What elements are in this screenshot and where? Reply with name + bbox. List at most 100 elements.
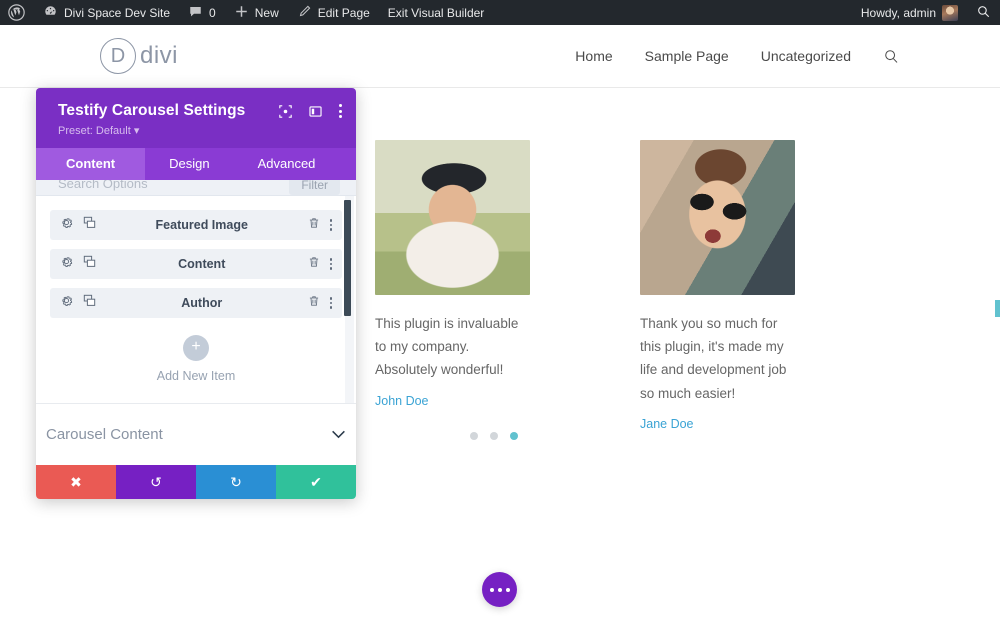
admin-bar-edit-page[interactable]: Edit Page: [288, 0, 379, 25]
filter-button[interactable]: Filter: [289, 180, 340, 195]
list-item-left-actions: [60, 216, 96, 234]
admin-bar-search[interactable]: [967, 0, 1000, 25]
tab-content[interactable]: Content: [36, 148, 146, 180]
exit-visual-builder-label: Exit Visual Builder: [387, 5, 485, 20]
tab-advanced[interactable]: Advanced: [234, 148, 340, 180]
vertical-kebab-icon[interactable]: [339, 104, 342, 118]
list-item[interactable]: Content: [50, 249, 342, 279]
testimonial-author[interactable]: John Doe: [375, 394, 429, 408]
modal-header: Testify Carousel Settings Preset: Defaul…: [36, 88, 356, 148]
redo-button[interactable]: ↻: [196, 465, 276, 499]
modal-header-actions: [279, 104, 342, 118]
visual-builder-fab[interactable]: [482, 572, 517, 607]
save-button[interactable]: ✔: [276, 465, 356, 499]
focus-target-icon[interactable]: [279, 104, 292, 118]
nav-item-home[interactable]: Home: [575, 48, 612, 64]
list-item-right-actions: [308, 294, 332, 312]
admin-bar-comments[interactable]: 0: [179, 0, 225, 25]
duplicate-icon[interactable]: [83, 255, 96, 273]
discard-button[interactable]: ✖: [36, 465, 116, 499]
carousel-pagination: [470, 432, 518, 440]
preset-label: Preset: Default: [58, 125, 131, 137]
chevron-down-icon: ▾: [133, 125, 140, 137]
search-icon: [976, 4, 991, 22]
duplicate-icon[interactable]: [83, 216, 96, 234]
duplicate-icon[interactable]: [83, 294, 96, 312]
carousel-dot[interactable]: [490, 432, 498, 440]
new-label: New: [254, 5, 279, 20]
comment-bubble-icon: [188, 4, 203, 22]
logo-mark-icon: D: [100, 38, 136, 74]
admin-bar-exit-visual-builder[interactable]: Exit Visual Builder: [379, 0, 494, 25]
admin-bar-new[interactable]: New: [225, 0, 288, 25]
list-item[interactable]: Featured Image: [50, 210, 342, 240]
howdy-label: Howdy, admin: [860, 5, 936, 20]
vertical-kebab-icon[interactable]: [329, 297, 332, 309]
add-new-item-label: Add New Item: [156, 369, 236, 383]
plus-icon: [234, 4, 249, 22]
carousel-slides: This plugin is invaluable to my company.…: [360, 140, 1000, 433]
carousel-next-button[interactable]: ❯: [995, 300, 1000, 317]
add-new-item-button[interactable]: + Add New Item: [50, 327, 342, 403]
testimonial-carousel: This plugin is invaluable to my company.…: [360, 140, 1000, 460]
primary-navigation: Home Sample Page Uncategorized: [575, 48, 900, 65]
undo-button[interactable]: ↺: [116, 465, 196, 499]
ellipsis-icon: [505, 587, 510, 592]
logo-text: divi: [140, 42, 179, 69]
nav-item-uncategorized[interactable]: Uncategorized: [761, 48, 851, 64]
wp-admin-bar: Divi Space Dev Site 0 New Edit Page Exit…: [0, 0, 1000, 25]
list-item-right-actions: [308, 255, 332, 273]
edit-page-label: Edit Page: [317, 5, 370, 20]
testimonial-photo: [640, 140, 795, 295]
modal-scrollbar-thumb[interactable]: [344, 200, 351, 316]
admin-bar-site-name[interactable]: Divi Space Dev Site: [34, 0, 179, 25]
carousel-dot[interactable]: [470, 432, 478, 440]
list-item[interactable]: Author: [50, 288, 342, 318]
list-item-label: Content: [178, 257, 226, 271]
modal-tabs: Content Design Advanced: [36, 148, 356, 180]
vertical-kebab-icon[interactable]: [329, 258, 332, 270]
site-logo[interactable]: D divi: [100, 38, 178, 74]
ellipsis-icon: [489, 587, 494, 592]
comments-count: 0: [209, 5, 216, 20]
testimonial-quote: Thank you so much for this plugin, it's …: [640, 316, 787, 401]
modal-scrollbar-track[interactable]: [344, 196, 354, 403]
trash-icon[interactable]: [308, 216, 320, 234]
plus-icon: +: [183, 335, 209, 361]
modal-body: Featured Image Content Author + Add New …: [36, 196, 356, 403]
nav-item-sample-page[interactable]: Sample Page: [645, 48, 729, 64]
section-toggle-label: Carousel Content: [46, 426, 163, 443]
testimonial-slide: Thank you so much for this plugin, it's …: [640, 140, 795, 433]
list-item-left-actions: [60, 294, 96, 312]
admin-bar-wp-logo[interactable]: [0, 0, 34, 25]
testimonial-quote: This plugin is invaluable to my company.…: [375, 316, 519, 378]
tab-design[interactable]: Design: [145, 148, 233, 180]
trash-icon[interactable]: [308, 294, 320, 312]
section-toggle-carousel-content[interactable]: Carousel Content: [36, 403, 356, 465]
search-options-label[interactable]: Search Options: [58, 180, 148, 191]
dashboard-icon: [43, 4, 58, 22]
modal-footer: ✖ ↺ ↻ ✔: [36, 465, 356, 499]
list-item-label: Author: [181, 296, 223, 310]
list-item-label: Featured Image: [155, 218, 248, 232]
gear-icon[interactable]: [60, 216, 73, 234]
testimonial-photo: [375, 140, 530, 295]
list-item-right-actions: [308, 216, 332, 234]
layout-panel-icon[interactable]: [309, 105, 322, 118]
browser-viewport: Divi Space Dev Site 0 New Edit Page Exit…: [0, 0, 1000, 625]
search-icon[interactable]: [883, 48, 900, 65]
carousel-dot-active[interactable]: [510, 432, 518, 440]
site-name-label: Divi Space Dev Site: [64, 5, 171, 20]
modal-preset-selector[interactable]: Preset: Default ▾: [58, 124, 340, 137]
vertical-kebab-icon[interactable]: [329, 219, 332, 231]
ellipsis-icon: [497, 587, 502, 592]
modal-search-options-row: Search Options Filter: [36, 180, 356, 196]
trash-icon[interactable]: [308, 255, 320, 273]
admin-bar-my-account[interactable]: Howdy, admin: [852, 0, 967, 25]
wordpress-icon: [8, 4, 25, 21]
testimonial-author[interactable]: Jane Doe: [640, 417, 694, 431]
pencil-icon: [297, 4, 312, 22]
gear-icon[interactable]: [60, 294, 73, 312]
chevron-down-icon: [331, 427, 346, 442]
gear-icon[interactable]: [60, 255, 73, 273]
